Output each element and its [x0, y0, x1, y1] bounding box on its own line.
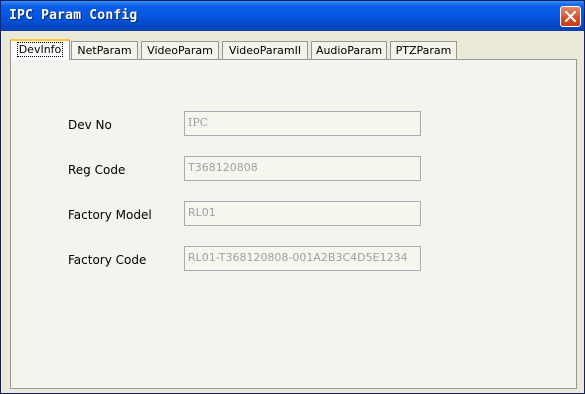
tab-devinfo[interactable]: DevInfo — [10, 39, 70, 60]
close-button[interactable] — [560, 6, 581, 27]
devinfo-panel: Dev No IPC Reg Code T368120808 Factory M… — [10, 59, 577, 389]
reg-code-field[interactable]: T368120808 — [184, 156, 421, 181]
dev-no-field[interactable]: IPC — [184, 111, 421, 136]
tab-audioparam-label: AudioParam — [315, 44, 383, 57]
tab-videoparamii-label: VideoParamII — [228, 44, 302, 57]
tab-netparam[interactable]: NetParam — [71, 41, 138, 59]
window-title: IPC Param Config — [9, 8, 138, 23]
title-bar[interactable]: IPC Param Config — [1, 1, 584, 31]
tab-ptzparam-label: PTZParam — [395, 44, 452, 57]
tab-ptzparam[interactable]: PTZParam — [390, 41, 457, 59]
tab-devinfo-label: DevInfo — [16, 42, 64, 57]
factory-code-label: Factory Code — [68, 253, 147, 267]
ipc-param-config-window: IPC Param Config DevInfo NetParam VideoP… — [0, 0, 585, 394]
dev-no-label: Dev No — [68, 118, 112, 132]
reg-code-label: Reg Code — [68, 163, 126, 177]
tab-strip: DevInfo NetParam VideoParam VideoParamII… — [10, 39, 580, 60]
factory-model-field[interactable]: RL01 — [184, 201, 421, 226]
factory-code-field[interactable]: RL01-T368120808-001A2B3C4D5E1234 — [184, 246, 421, 271]
tab-audioparam[interactable]: AudioParam — [311, 41, 387, 59]
tab-videoparam-label: VideoParam — [147, 44, 213, 57]
tab-netparam-label: NetParam — [77, 44, 132, 57]
tab-videoparamii[interactable]: VideoParamII — [222, 41, 308, 59]
tab-videoparam[interactable]: VideoParam — [141, 41, 219, 59]
close-icon — [565, 11, 576, 22]
factory-model-label: Factory Model — [68, 208, 152, 222]
